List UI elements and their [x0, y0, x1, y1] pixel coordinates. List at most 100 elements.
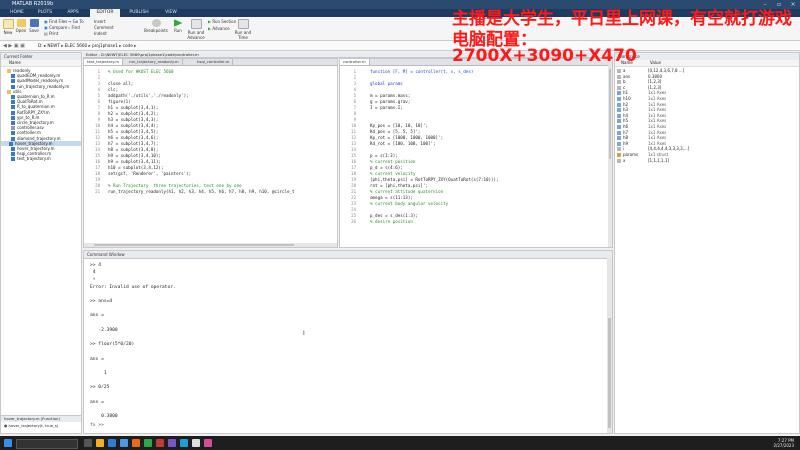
variable-value: 1x1 Axes — [648, 96, 667, 101]
comment-button[interactable]: Comment — [94, 25, 114, 30]
current-path[interactable]: D: ▸ NEWT ▸ ELEC 5660 ▸ proj1phase1 ▸ co… — [38, 43, 136, 48]
command-line: Error: Invalid use of operator. — [90, 284, 176, 290]
file-name: run_trajectory_readonly.m — [17, 83, 70, 89]
editor-left: test_trajectory.m run_trajectory_readonl… — [83, 58, 338, 248]
edge-icon[interactable] — [108, 439, 116, 447]
line-number: 26 — [351, 219, 356, 224]
task-view-icon[interactable] — [84, 439, 92, 447]
variable-icon — [617, 141, 621, 146]
compare-button[interactable]: ▣ Compare — [44, 25, 67, 30]
file-explorer-icon[interactable] — [96, 439, 104, 447]
vertical-scrollbar[interactable] — [608, 65, 612, 247]
command-line: >> floor(5*0/20) — [90, 342, 135, 348]
app-icon[interactable] — [156, 439, 164, 447]
open-button[interactable]: Open — [15, 19, 27, 33]
line-numbers: 1 2 3 4 5 6 7 8 9 10 11 12 13 14 15 16 17 18 19 20 21 22 23 24 2… — [342, 69, 356, 225]
run-and-advance-button[interactable]: Run and Advance — [186, 19, 206, 40]
variable-value: 1x1 Axes — [648, 140, 667, 146]
command-line — [90, 364, 93, 369]
variable-value: 1x1 Axes — [648, 135, 667, 141]
variable-icon — [617, 158, 621, 163]
tab-hsqi-controller[interactable]: hsqi_controller.m — [194, 59, 234, 65]
variable-icon — [617, 69, 621, 73]
insert-button[interactable]: Insert — [94, 19, 105, 24]
variable-icon — [617, 74, 621, 79]
variable-icon — [617, 130, 621, 135]
tab-apps[interactable]: APPS — [60, 9, 86, 17]
tab-home[interactable]: HOME — [4, 9, 30, 17]
taskbar: 7:27 PM 2/27/2023 — [0, 436, 800, 450]
name-column-header[interactable]: Name — [1, 60, 81, 67]
file-icon — [11, 157, 15, 162]
variable-value: 1x1 Axes — [648, 129, 667, 135]
app-icon[interactable] — [144, 439, 152, 447]
overlay-line-3: 2700X+3090+X470 — [452, 46, 637, 66]
variable-name: x — [623, 157, 626, 163]
save-button[interactable]: Save — [28, 19, 40, 33]
workspace-pane: Workspace Name Value a [0,12,4,3,6,7,8 ..… — [614, 52, 800, 434]
line-number: 21 — [95, 189, 100, 194]
address-bar: ◀ ▶ ▣ ▣ D: ▸ NEWT ▸ ELEC 5660 ▸ proj1pha… — [0, 41, 800, 51]
app-icon[interactable] — [204, 439, 212, 447]
start-icon[interactable] — [4, 439, 12, 447]
command-line: >> ans=4 — [90, 299, 113, 304]
variable-value: 1x1 Axes — [648, 118, 667, 124]
command-line — [90, 407, 93, 412]
workspace-header: Name Value — [615, 60, 799, 67]
code-area[interactable]: % Used for HKUST ELEC 5660 close all; clc… — [108, 69, 295, 195]
new-button[interactable]: New — [2, 19, 14, 35]
variable-value: [1,1,1,1,1] — [648, 157, 669, 163]
tab-controller[interactable]: controller.m — [340, 59, 370, 65]
go-to-button[interactable]: ➜ Go To — [68, 19, 84, 24]
variable-value: 1x1 Axes — [648, 101, 667, 107]
vertical-scrollbar[interactable] — [607, 258, 612, 433]
print-button[interactable]: ▤ Print — [44, 31, 58, 36]
code-line[interactable]: % desire position — [370, 219, 499, 225]
find-button[interactable]: ⌕ Find — [68, 25, 80, 30]
code-line[interactable]: run_trajectory_readonly(h1, h2, h3, h4, … — [108, 189, 295, 195]
matlab-icon[interactable] — [132, 439, 140, 447]
code-area[interactable]: function [F, M] = controller(t, s, s_des… — [370, 69, 499, 225]
variable-icon — [617, 147, 621, 152]
indent-button[interactable]: Indent — [94, 31, 107, 36]
command-prompt[interactable]: fx >> — [90, 423, 104, 428]
run-button[interactable]: Run — [172, 19, 184, 33]
horizontal-scrollbar[interactable] — [84, 243, 337, 247]
variable-icon — [617, 119, 621, 124]
back-icon[interactable]: ◀ ▶ ▣ ▣ — [3, 43, 25, 49]
current-folder-pane: Current Folder Name readonly quadEOM_read… — [0, 52, 82, 434]
app-icon[interactable] — [168, 439, 176, 447]
tab-view[interactable]: VIEW — [158, 9, 184, 17]
variable-icon — [617, 108, 621, 113]
variable-value: [1,2,3] — [648, 84, 662, 90]
command-window-title: Command Window — [84, 251, 612, 259]
run-section-button[interactable]: ▶ Run Section — [208, 19, 236, 24]
tab-publish[interactable]: PUBLISH — [124, 9, 154, 17]
value-column-header[interactable]: Value — [650, 60, 661, 66]
tab-plots[interactable]: PLOTS — [32, 9, 58, 17]
folder-list-item[interactable]: test_trajectory.m — [3, 156, 51, 162]
clock[interactable]: 7:27 PM 2/27/2023 — [760, 438, 794, 448]
tab-editor[interactable]: EDITOR — [90, 9, 120, 17]
search-box[interactable] — [16, 439, 78, 449]
tab-test-trajectory[interactable]: test_trajectory.m — [84, 59, 124, 65]
variable-icon — [617, 102, 621, 107]
advance-button[interactable]: ▶ Advance — [208, 26, 230, 31]
variable-icon — [617, 97, 621, 101]
app-icon[interactable] — [180, 439, 188, 447]
variable-icon — [617, 80, 621, 85]
store-icon[interactable] — [120, 439, 128, 447]
variable-value: 0.3800 — [648, 73, 662, 79]
workspace-row[interactable]: x [1,1,1,1,1] — [617, 158, 669, 164]
run-and-time-button[interactable]: Run and Time — [234, 19, 252, 40]
command-line: >> 4 — [90, 263, 102, 268]
command-line: 0.3800 — [90, 414, 118, 420]
command-line — [90, 335, 93, 340]
editor-left-tabs: test_trajectory.m run_trajectory_readonl… — [84, 59, 337, 66]
find-files-button[interactable]: ▣ Find Files — [44, 19, 67, 24]
variable-value: 1x1 Axes — [648, 90, 667, 96]
details-item: ● hover_trajectory(t, true_s) — [4, 423, 59, 428]
tab-run-trajectory-readonly[interactable]: run_trajectory_readonly.m — [126, 59, 183, 65]
breakpoints-button[interactable]: Breakpoints — [144, 19, 168, 33]
app-icon[interactable] — [192, 439, 200, 447]
